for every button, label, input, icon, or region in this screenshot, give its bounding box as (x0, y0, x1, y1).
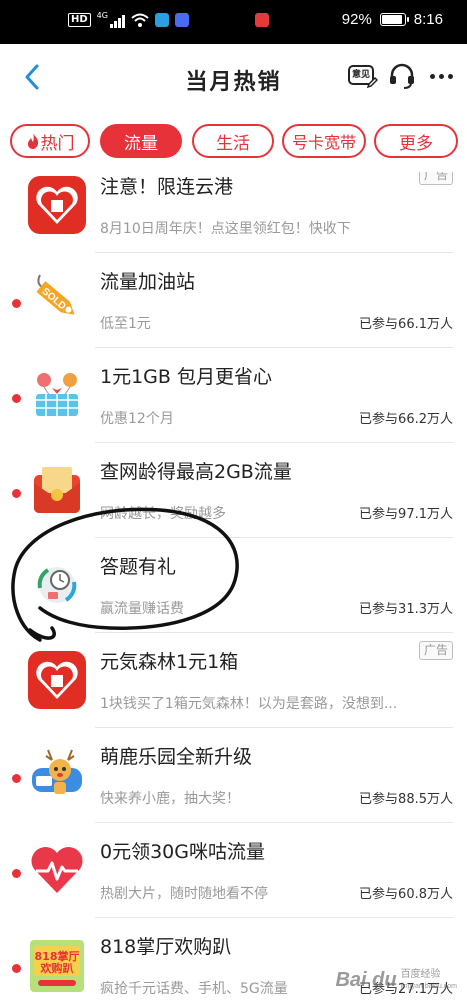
list-item[interactable]: 查网龄得最高2GB流量 网龄越长，奖励越多 已参与97.1万人 (0, 443, 467, 538)
item-subtitle: 网龄越长，奖励越多 (100, 506, 226, 522)
more-options-icon[interactable] (430, 74, 453, 79)
nav-bar: 当月热销 意见 (0, 44, 467, 112)
status-bar: HD 4G 92% 8:16 (0, 0, 467, 44)
status-left: HD 4G (68, 10, 269, 28)
fire-icon (27, 133, 38, 149)
app-notification-icon (174, 13, 189, 27)
item-subtitle: 热剧大片，随时随地看不停 (100, 886, 268, 902)
list-item[interactable]: 0元领30G咪咕流量 热剧大片，随时随地看不停 已参与60.8万人 (0, 823, 467, 918)
quiz-clock-icon (28, 556, 86, 614)
item-title: 元気森林1元1箱 (100, 651, 239, 673)
item-subtitle: 优惠12个月 (100, 411, 174, 427)
tab-label: 生活 (216, 133, 250, 154)
svg-text:818掌厅: 818掌厅 (35, 949, 80, 963)
clock: 8:16 (413, 11, 443, 28)
tab-label: 更多 (399, 133, 433, 154)
pinduoduo-icon (28, 651, 86, 709)
watermark-line2: jingyan.baidu.com (400, 983, 457, 990)
item-title: 818掌厅欢购趴 (100, 936, 232, 958)
hd-badge: HD (68, 13, 91, 27)
list-item[interactable]: SOLD 流量加油站 低至1元 已参与66.1万人 (0, 253, 467, 348)
participant-count: 已参与31.3万人 (359, 602, 453, 617)
item-subtitle: 1块钱买了1箱元気森林！以为是套路，没想到... (100, 696, 398, 712)
pencil-icon (366, 77, 378, 89)
party-818-icon: 818掌厅 欢购趴 (28, 936, 86, 994)
item-title: 注意！限连云港 (100, 176, 234, 198)
feedback-button[interactable]: 意见 (348, 61, 378, 91)
pinduoduo-icon (28, 176, 86, 234)
tab-label: 热门 (40, 133, 75, 154)
item-title: 1元1GB 包月更省心 (100, 366, 272, 388)
list-item[interactable]: 萌鹿乐园全新升级 快来养小鹿，抽大奖！ 已参与88.5万人 (0, 728, 467, 823)
list-item[interactable]: 注意！限连云港 广告 8月10日周年庆！点这里领红包！快收下 (0, 172, 467, 253)
tab-sim-broadband[interactable]: 号卡宽带 (282, 124, 366, 158)
participant-count: 已参与97.1万人 (359, 507, 453, 522)
gift-basket-icon (28, 366, 86, 424)
baidu-watermark: Bai du 百度经验 jingyan.baidu.com (335, 969, 457, 992)
status-right: 92% 8:16 (342, 11, 443, 28)
item-subtitle: 8月10日周年庆！点这里领红包！快收下 (100, 221, 351, 237)
item-title: 答题有礼 (100, 556, 177, 578)
product-list: 注意！限连云港 广告 8月10日周年庆！点这里领红包！快收下 SOLD 流量加油… (0, 172, 467, 1000)
unread-dot (12, 964, 21, 973)
tab-life[interactable]: 生活 (192, 124, 274, 158)
item-subtitle: 赢流量赚话费 (100, 601, 184, 617)
category-tabs: 热门 流量 生活 号卡宽带 更多 (0, 112, 467, 172)
heart-pulse-icon (28, 841, 86, 899)
participant-count: 已参与66.2万人 (359, 412, 453, 427)
item-title: 萌鹿乐园全新升级 (100, 746, 253, 768)
unread-dot (12, 489, 21, 498)
sold-tag-icon: SOLD (28, 271, 86, 329)
battery-icon (379, 13, 409, 26)
deer-icon (28, 746, 86, 804)
item-title: 查网龄得最高2GB流量 (100, 461, 292, 483)
item-subtitle: 快来养小鹿，抽大奖！ (100, 791, 240, 807)
ad-badge: 广告 (418, 172, 453, 185)
unread-dot (12, 869, 21, 878)
list-item[interactable]: 元気森林1元1箱 广告 1块钱买了1箱元気森林！以为是套路，没想到... (0, 633, 467, 728)
tab-more[interactable]: 更多 (374, 124, 458, 158)
signal-icon (109, 12, 125, 28)
participant-count: 已参与60.8万人 (359, 887, 453, 902)
watermark-line1: 百度经验 (400, 969, 441, 980)
unread-dot (12, 299, 21, 308)
item-subtitle: 低至1元 (100, 316, 151, 332)
participant-count: 已参与88.5万人 (359, 792, 453, 807)
watermark-logo: Bai du (335, 969, 397, 991)
network-type: 4G (96, 10, 108, 20)
china-mobile-icon (154, 13, 169, 27)
unread-dot (12, 394, 21, 403)
svg-text:欢购趴: 欢购趴 (40, 961, 74, 975)
item-subtitle: 疯抢千元话费、手机、5G流量 (100, 981, 288, 997)
customer-service-icon[interactable] (388, 62, 416, 90)
red-envelope-icon (28, 461, 86, 519)
tab-label: 流量 (124, 133, 158, 154)
tab-label: 号卡宽带 (291, 133, 356, 152)
list-item[interactable]: 答题有礼 赢流量赚话费 已参与31.3万人 (0, 538, 467, 633)
tab-data[interactable]: 流量 (100, 124, 182, 158)
participant-count: 已参与66.1万人 (359, 317, 453, 332)
item-title: 流量加油站 (100, 271, 196, 293)
wifi-icon (131, 13, 149, 27)
ad-badge: 广告 (418, 641, 453, 660)
battery-percent: 92% (341, 11, 372, 28)
unread-dot (12, 774, 21, 783)
item-title: 0元领30G咪咕流量 (100, 841, 265, 863)
tab-hot[interactable]: 热门 (10, 124, 90, 158)
list-item[interactable]: 1元1GB 包月更省心 优惠12个月 已参与66.2万人 (0, 348, 467, 443)
message-notification-icon (254, 13, 269, 27)
